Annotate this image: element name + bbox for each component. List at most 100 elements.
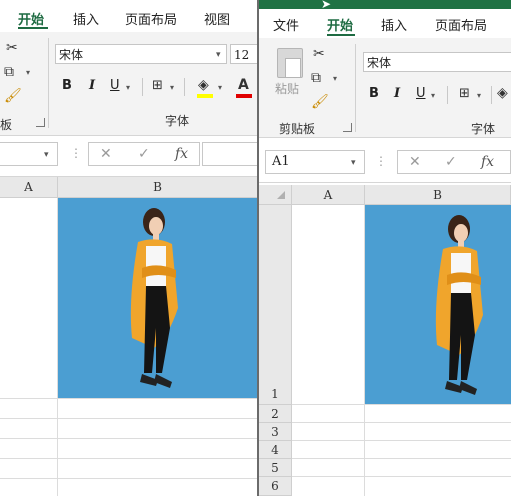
select-all-triangle-icon	[277, 191, 285, 199]
cut-icon[interactable]: ✂	[313, 46, 325, 62]
grid-line	[292, 440, 511, 441]
cut-icon[interactable]: ✂	[6, 40, 18, 56]
clipboard-launcher-icon[interactable]	[36, 118, 45, 127]
separator	[142, 78, 143, 96]
grid-line	[292, 476, 511, 477]
enter-icon[interactable]: ✓	[138, 146, 150, 162]
font-color-icon[interactable]: A	[238, 77, 249, 93]
bold-button[interactable]: B	[369, 86, 379, 101]
left-excel-window: 开始 插入 页面布局 视图 ✂ ⧉ ▾ 🖌 板 宋体 ▾ 12 B I U ▾ …	[0, 0, 258, 496]
tab-page-layout[interactable]: 页面布局	[125, 9, 177, 28]
tab-home[interactable]: 开始	[327, 15, 353, 34]
chevron-down-icon[interactable]: ▾	[216, 50, 221, 60]
chevron-down-icon[interactable]: ▾	[126, 83, 130, 92]
name-box[interactable]: A1	[265, 150, 365, 174]
grid-line	[0, 478, 258, 479]
grid-line	[292, 404, 511, 405]
enter-icon[interactable]: ✓	[445, 154, 457, 170]
grid-line	[0, 438, 258, 439]
chevron-down-icon[interactable]: ▾	[218, 83, 222, 92]
font-color-swatch	[236, 94, 252, 98]
row-header-1[interactable]: 1	[259, 205, 292, 405]
column-header-a[interactable]: A	[0, 177, 58, 198]
underline-button[interactable]: U	[416, 86, 426, 101]
separator	[491, 86, 492, 104]
copy-icon[interactable]: ⧉	[4, 64, 14, 80]
inserted-picture[interactable]	[58, 198, 258, 398]
bold-button[interactable]: B	[62, 78, 72, 93]
tab-view[interactable]: 视图	[204, 9, 230, 28]
row-header-2[interactable]: 2	[259, 405, 292, 423]
fill-color-swatch	[197, 94, 213, 98]
font-group-label: 字体	[165, 114, 190, 128]
right-excel-window: ➤ 文件 开始 插入 页面布局 粘贴 ✂ ⧉ ▾ 🖌 剪贴板 宋体 B I U …	[259, 0, 511, 496]
row-header-3[interactable]: 3	[259, 423, 292, 441]
tab-file[interactable]: 文件	[273, 15, 299, 34]
more-options-icon: ⋮	[70, 146, 82, 160]
paste-button-label[interactable]: 粘贴	[275, 80, 299, 97]
chevron-down-icon[interactable]: ▾	[431, 91, 435, 100]
font-size-select[interactable]: 12	[230, 44, 258, 64]
active-tab-underline	[327, 34, 355, 36]
chevron-down-icon[interactable]: ▾	[44, 150, 49, 160]
chevron-down-icon[interactable]: ▾	[477, 91, 481, 100]
tab-home[interactable]: 开始	[18, 9, 44, 28]
name-box[interactable]	[0, 142, 58, 166]
fill-color-icon[interactable]: ◈	[497, 85, 508, 101]
inserted-picture[interactable]	[365, 205, 511, 404]
format-painter-icon[interactable]: 🖌	[311, 94, 329, 110]
clipboard-launcher-icon[interactable]	[343, 123, 352, 132]
paste-icon-sheet	[285, 58, 301, 78]
row-header-4[interactable]: 4	[259, 441, 292, 459]
font-name-select[interactable]: 宋体	[55, 44, 227, 64]
tab-insert[interactable]: 插入	[381, 15, 407, 34]
formula-input[interactable]	[202, 142, 258, 166]
more-options-icon: ⋮	[375, 154, 387, 168]
select-all-corner[interactable]	[259, 185, 292, 205]
row-header-6[interactable]: 6	[259, 477, 292, 496]
ribbon-tabs: 开始 插入 页面布局 视图	[0, 0, 258, 32]
cancel-icon[interactable]: ✕	[409, 154, 421, 170]
grid-line	[292, 458, 511, 459]
border-icon[interactable]: ⊞	[152, 78, 163, 94]
active-tab-underline	[18, 27, 48, 29]
insert-function-button[interactable]: fx	[175, 146, 188, 162]
group-separator	[355, 44, 356, 132]
cancel-icon[interactable]: ✕	[100, 146, 112, 162]
woman-figure-image	[130, 208, 178, 388]
separator	[447, 86, 448, 104]
column-header-a[interactable]: A	[292, 185, 365, 205]
border-icon[interactable]: ⊞	[459, 86, 470, 102]
title-bar	[259, 0, 511, 9]
chevron-down-icon[interactable]: ▾	[26, 68, 30, 77]
fill-color-icon[interactable]: ◈	[198, 77, 209, 93]
font-name-select[interactable]: 宋体	[363, 52, 511, 72]
tab-insert[interactable]: 插入	[73, 9, 99, 28]
formula-bar: A1 ▾ ⋮ ✕ ✓ fx	[259, 138, 511, 183]
chevron-down-icon[interactable]: ▾	[333, 74, 337, 83]
font-group-label: 字体	[471, 122, 496, 136]
formula-bar: ▾ ⋮ ✕ ✓ fx	[0, 136, 258, 177]
italic-button[interactable]: I	[394, 86, 400, 101]
chevron-down-icon[interactable]: ▾	[351, 158, 356, 168]
grid-line	[292, 422, 511, 423]
format-painter-icon[interactable]: 🖌	[4, 88, 22, 104]
group-separator	[48, 38, 49, 128]
grid-line	[0, 458, 258, 459]
grid-line	[0, 418, 258, 419]
copy-icon[interactable]: ⧉	[311, 70, 321, 86]
tab-page-layout[interactable]: 页面布局	[435, 15, 487, 34]
clipboard-group-label: 板	[0, 118, 13, 132]
ribbon-tabs: 文件 开始 插入 页面布局	[259, 9, 511, 39]
separator	[184, 78, 185, 96]
insert-function-button[interactable]: fx	[481, 154, 494, 170]
chevron-down-icon[interactable]: ▾	[170, 83, 174, 92]
underline-button[interactable]: U	[110, 78, 120, 93]
row-header-5[interactable]: 5	[259, 459, 292, 477]
column-header-b[interactable]: B	[58, 177, 258, 198]
woman-figure-image	[435, 215, 483, 395]
italic-button[interactable]: I	[89, 78, 95, 93]
ribbon: ✂ ⧉ ▾ 🖌 板 宋体 ▾ 12 B I U ▾ ⊞ ▾ ◈ ▾ A 字体	[0, 32, 258, 136]
ribbon: 粘贴 ✂ ⧉ ▾ 🖌 剪贴板 宋体 B I U ▾ ⊞ ▾ ◈ 字体	[259, 38, 511, 138]
column-header-b[interactable]: B	[365, 185, 511, 205]
